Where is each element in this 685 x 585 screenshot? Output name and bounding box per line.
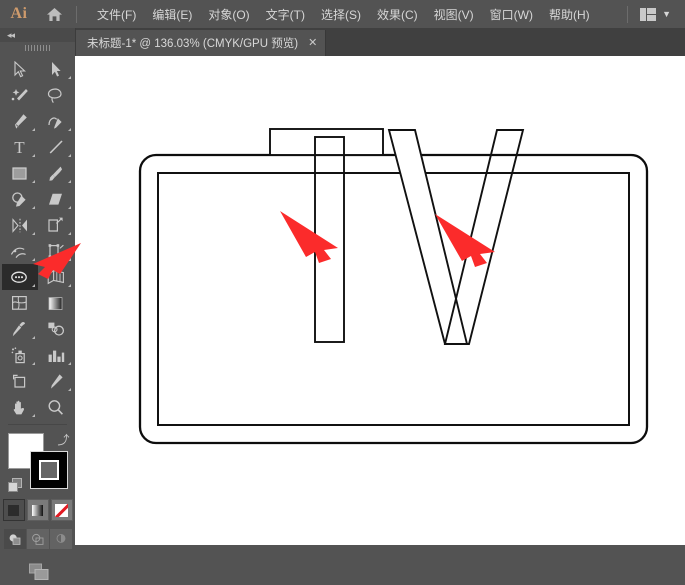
svg-text:T: T xyxy=(14,139,25,155)
workspace-switcher[interactable]: ▼ xyxy=(621,5,685,23)
tool-flyout-indicator xyxy=(67,362,71,365)
tool-flyout-indicator xyxy=(67,180,71,183)
blend-tool[interactable] xyxy=(38,316,74,342)
column-graph-tool[interactable] xyxy=(38,342,74,368)
tool-flyout-indicator xyxy=(67,258,71,261)
menu-item-edit[interactable]: 编辑(E) xyxy=(144,2,200,27)
workspace-divider xyxy=(627,5,629,23)
menu-item-type[interactable]: 文字(T) xyxy=(258,2,313,27)
tool-flyout-indicator xyxy=(31,206,35,209)
tool-flyout-indicator xyxy=(67,154,71,157)
curvature-tool[interactable] xyxy=(38,108,74,134)
change-screen-mode-button[interactable] xyxy=(0,561,75,585)
document-tab-title: 未标题-1* @ 136.03% (CMYK/GPU 预览) xyxy=(87,38,299,50)
menu-bar: Ai 文件(F) 编辑(E) 对象(O) 文字(T) 选择(S) 效果(C) 视… xyxy=(0,0,685,28)
canvas-area[interactable] xyxy=(75,56,685,545)
line-segment-tool[interactable] xyxy=(38,134,74,160)
menu-item-help[interactable]: 帮助(H) xyxy=(541,2,598,27)
menu-item-select[interactable]: 选择(S) xyxy=(313,2,369,27)
tool-flyout-indicator xyxy=(31,284,35,287)
stroke-swatch[interactable] xyxy=(29,451,68,489)
close-icon[interactable]: ✕ xyxy=(308,37,317,49)
color-mode-button[interactable] xyxy=(2,499,25,521)
rectangle-tool[interactable] xyxy=(2,160,38,186)
draw-normal-button[interactable] xyxy=(3,529,26,549)
scale-tool[interactable] xyxy=(38,212,74,238)
width-tool[interactable] xyxy=(2,238,38,264)
type-tool[interactable]: T xyxy=(2,134,38,160)
none-mode-button[interactable] xyxy=(50,499,73,521)
rotate-tool[interactable] xyxy=(2,212,38,238)
document-tab[interactable]: 未标题-1* @ 136.03% (CMYK/GPU 预览) ✕ xyxy=(75,30,327,56)
magic-wand-tool[interactable] xyxy=(2,82,38,108)
paintbrush-tool[interactable] xyxy=(38,160,74,186)
illustrator-window: Ai 文件(F) 编辑(E) 对象(O) 文字(T) 选择(S) 效果(C) 视… xyxy=(0,0,685,580)
menu-item-window[interactable]: 窗口(W) xyxy=(482,2,541,27)
tool-flyout-indicator xyxy=(67,284,71,287)
tool-flyout-indicator xyxy=(67,128,71,131)
tool-flyout-indicator xyxy=(31,258,35,261)
tool-flyout-indicator xyxy=(67,76,71,79)
perspective-grid-tool[interactable] xyxy=(38,264,74,290)
hand-tool[interactable] xyxy=(2,394,38,420)
paint-mode-buttons xyxy=(0,499,75,521)
app-logo: Ai xyxy=(10,5,28,22)
tool-flyout-indicator xyxy=(67,388,71,391)
symbol-sprayer-tool[interactable] xyxy=(2,342,38,368)
zoom-tool[interactable] xyxy=(38,394,74,420)
tool-flyout-indicator xyxy=(31,362,35,365)
draw-mode-buttons xyxy=(0,529,75,549)
gradient-mode-button[interactable] xyxy=(26,499,49,521)
direct-selection-tool[interactable] xyxy=(38,56,74,82)
menu-divider xyxy=(76,5,77,23)
tool-flyout-indicator xyxy=(31,180,35,183)
tool-flyout-indicator xyxy=(31,154,35,157)
toolbar-separator xyxy=(8,424,67,425)
menu-item-effect[interactable]: 效果(C) xyxy=(369,2,426,27)
menu-item-object[interactable]: 对象(O) xyxy=(200,2,257,27)
letter-t-bar[interactable] xyxy=(269,128,384,156)
eraser-tool[interactable] xyxy=(38,186,74,212)
fill-stroke-controls: ⤴ xyxy=(7,431,70,492)
selection-tool[interactable] xyxy=(2,56,38,82)
tool-flyout-indicator xyxy=(31,128,35,131)
toolbar-grip[interactable] xyxy=(0,42,75,54)
draw-behind-button[interactable] xyxy=(26,529,49,549)
document-tab-strip: 未标题-1* @ 136.03% (CMYK/GPU 预览) ✕ xyxy=(75,28,685,56)
tool-flyout-indicator xyxy=(31,336,35,339)
chevron-down-icon[interactable]: ▼ xyxy=(662,9,671,19)
tv-inner-screen[interactable] xyxy=(157,172,630,426)
tool-flyout-indicator xyxy=(67,206,71,209)
eyedropper-tool[interactable] xyxy=(2,316,38,342)
pen-tool[interactable] xyxy=(2,108,38,134)
draw-inside-button[interactable] xyxy=(49,529,72,549)
gradient-tool[interactable] xyxy=(38,290,74,316)
artboard-tool[interactable] xyxy=(2,368,38,394)
free-transform-tool[interactable] xyxy=(38,238,74,264)
tool-grid: T xyxy=(0,54,75,420)
shaper-tool[interactable] xyxy=(2,186,38,212)
slice-tool[interactable] xyxy=(38,368,74,394)
menu-item-view[interactable]: 视图(V) xyxy=(426,2,482,27)
menu-item-file[interactable]: 文件(F) xyxy=(89,2,144,27)
swap-fill-stroke-icon[interactable]: ⤴ xyxy=(57,431,69,448)
shape-builder-tool[interactable] xyxy=(1,264,38,290)
artwork-svg xyxy=(138,128,649,445)
lasso-tool[interactable] xyxy=(38,82,74,108)
mesh-tool[interactable] xyxy=(2,290,38,316)
tool-flyout-indicator xyxy=(31,414,35,417)
collapse-panel-button[interactable]: ◂◂ xyxy=(0,28,75,42)
default-fill-stroke-icon[interactable] xyxy=(7,478,22,492)
tools-panel: ◂◂ T ⤴ xyxy=(0,28,76,580)
menu-items: 文件(F) 编辑(E) 对象(O) 文字(T) 选择(S) 效果(C) 视图(V… xyxy=(89,2,598,27)
workspace-layout-icon xyxy=(640,7,657,21)
home-icon[interactable] xyxy=(38,0,70,28)
tool-flyout-indicator xyxy=(31,232,35,235)
tool-flyout-indicator xyxy=(67,232,71,235)
